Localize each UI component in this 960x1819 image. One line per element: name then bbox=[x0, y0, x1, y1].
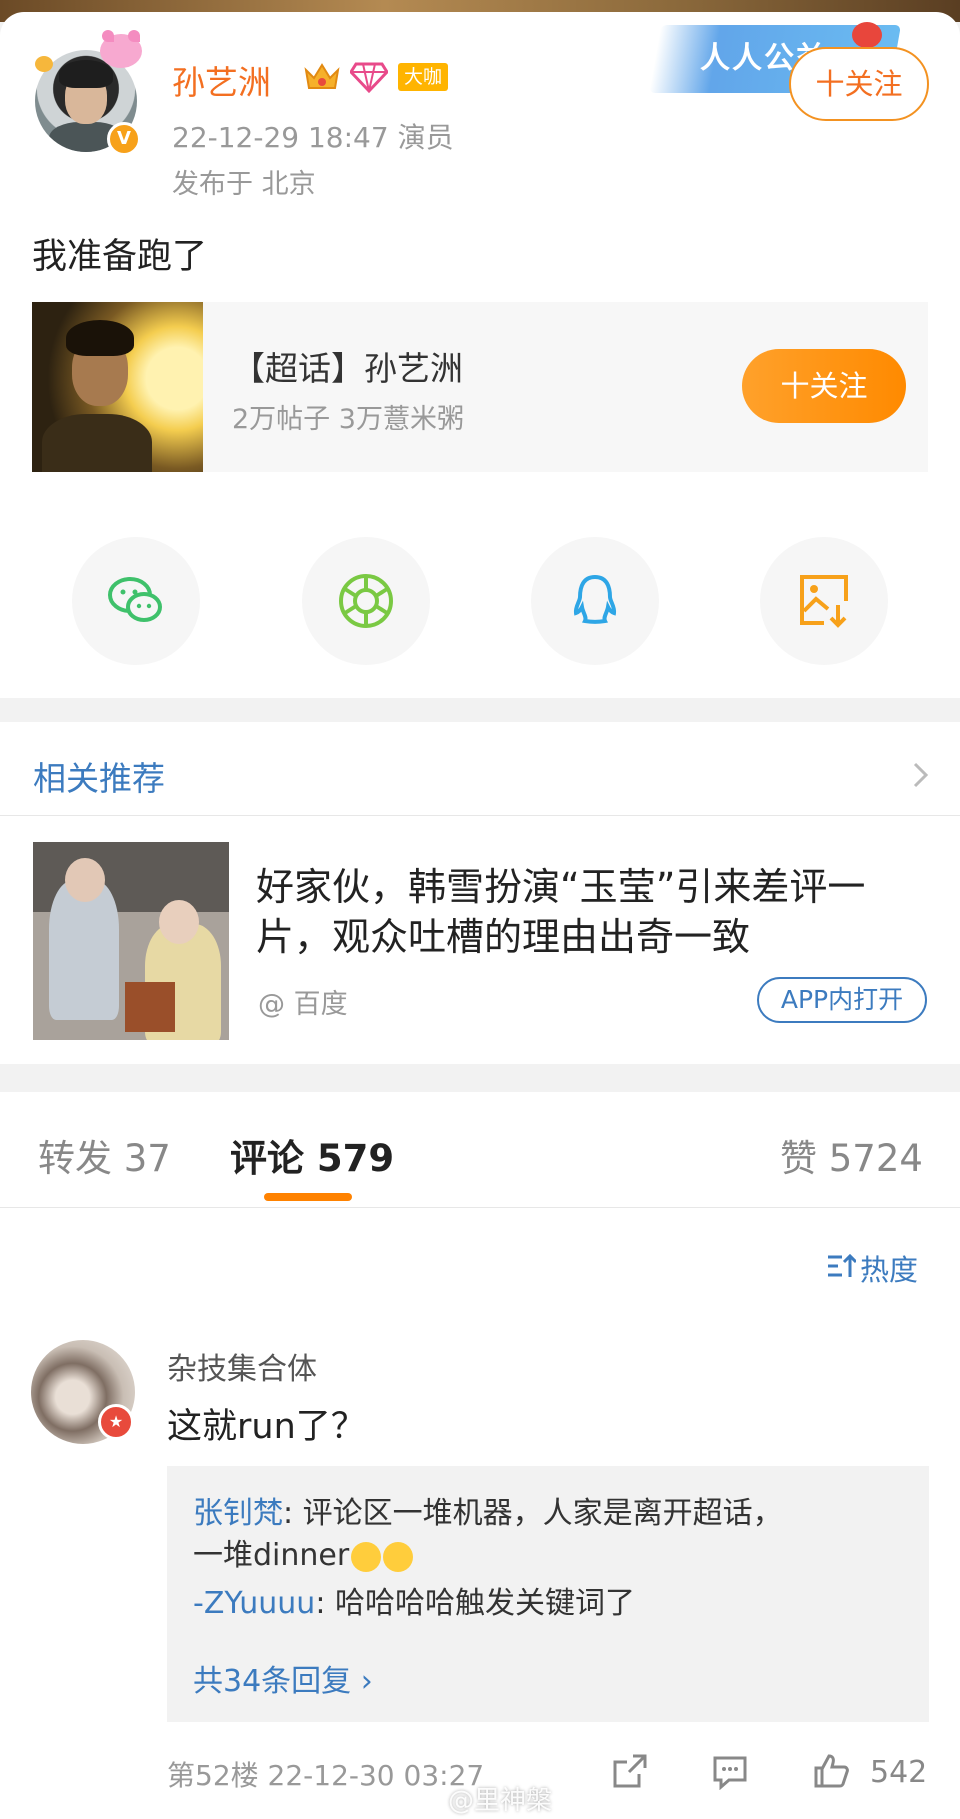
reply-user[interactable]: 张钊梵 bbox=[193, 1496, 283, 1531]
reply-item: -ZYuuuu: 哈哈哈哈触发关键词了 bbox=[193, 1578, 635, 1622]
reply-text: : 评论区一堆机器，人家是离开超话， bbox=[283, 1496, 783, 1531]
news-thumbnail[interactable] bbox=[33, 842, 229, 1040]
sort-icon[interactable] bbox=[826, 1252, 856, 1280]
tab-like[interactable]: 赞 5724 bbox=[780, 1128, 923, 1182]
topic-cover-image bbox=[32, 302, 203, 472]
reply-item: 张钊梵: 评论区一堆机器，人家是离开超话， bbox=[193, 1488, 783, 1532]
super-topic-card[interactable]: 【超话】孙艺洲 2万帖子 3万薏米粥 十关注 bbox=[32, 302, 928, 472]
news-source: @ 百度 bbox=[258, 989, 348, 1020]
reply-text: : 哈哈哈哈触发关键词了 bbox=[315, 1586, 635, 1621]
post-text: 我准备跑了 bbox=[32, 237, 208, 277]
follow-button[interactable]: 十关注 bbox=[789, 47, 929, 121]
news-title[interactable]: 好家伙，韩雪扮演“玉莹”引来差评一片，观众吐槽的理由出奇一致 bbox=[256, 862, 916, 962]
topic-hair bbox=[66, 320, 134, 356]
active-tab-indicator bbox=[264, 1193, 352, 1201]
verified-badge-icon: V bbox=[107, 122, 141, 156]
reply-box[interactable]: 张钊梵: 评论区一堆机器，人家是离开超话， 一堆dinner -ZYuuuu: … bbox=[167, 1466, 929, 1722]
chevron-right-icon[interactable] bbox=[912, 760, 930, 790]
reply-text-continued: 一堆dinner bbox=[193, 1538, 350, 1573]
crown-icon[interactable] bbox=[303, 60, 341, 94]
divider bbox=[0, 815, 960, 816]
wechat-icon bbox=[108, 577, 162, 622]
tab-comment[interactable]: 评论 579 bbox=[230, 1128, 394, 1182]
daka-badge: 大咖 bbox=[398, 63, 449, 91]
post-location: 发布于 北京 bbox=[172, 169, 316, 200]
pig-decoration-icon bbox=[100, 30, 142, 68]
comment-text: 这就run了？ bbox=[167, 1407, 366, 1447]
author-name[interactable]: 孙艺洲 bbox=[172, 56, 271, 104]
share-moments-button[interactable] bbox=[302, 537, 430, 665]
open-in-app-button[interactable]: APP内打开 bbox=[757, 977, 927, 1023]
tab-repost[interactable]: 转发 37 bbox=[38, 1128, 171, 1182]
more-replies-link[interactable]: 共34条回复 › bbox=[193, 1656, 373, 1700]
reply-user[interactable]: -ZYuuuu bbox=[193, 1586, 315, 1621]
emoji-icon bbox=[351, 1541, 382, 1572]
post-time-role: 22-12-29 18:47 演员 bbox=[172, 121, 454, 154]
moments-icon bbox=[339, 574, 393, 628]
like-icon[interactable] bbox=[812, 1752, 850, 1790]
like-count: 542 bbox=[870, 1755, 928, 1790]
share-qq-button[interactable] bbox=[531, 537, 659, 665]
save-image-button[interactable] bbox=[760, 537, 888, 665]
avatar-hair bbox=[59, 60, 113, 88]
pig-ear bbox=[102, 30, 114, 42]
topic-follow-button[interactable]: 十关注 bbox=[742, 349, 906, 423]
divider bbox=[0, 1207, 960, 1208]
save-image-icon bbox=[800, 575, 848, 628]
sort-label[interactable]: 热度 bbox=[860, 1247, 918, 1289]
topic-shoulder bbox=[42, 414, 152, 472]
qq-icon bbox=[573, 574, 617, 624]
share-icon[interactable] bbox=[611, 1752, 649, 1790]
emoji-icon bbox=[383, 1541, 414, 1572]
comment-icon[interactable] bbox=[711, 1752, 749, 1790]
news-figure-right-head bbox=[159, 900, 199, 944]
member-badge-icon: ★ bbox=[98, 1404, 134, 1440]
pig-ear bbox=[128, 30, 140, 42]
news-figure-left-head bbox=[65, 858, 105, 902]
watermark: @里神槃 bbox=[448, 1786, 553, 1816]
reply-item-continued: 一堆dinner bbox=[193, 1530, 414, 1574]
related-title[interactable]: 相关推荐 bbox=[33, 752, 165, 800]
news-box bbox=[125, 982, 175, 1032]
diamond-level-icon[interactable] bbox=[350, 60, 388, 94]
weibo-logo-icon bbox=[852, 22, 882, 48]
topic-title: 【超话】孙艺洲 bbox=[232, 349, 463, 388]
share-wechat-button[interactable] bbox=[72, 537, 200, 665]
topic-stats: 2万帖子 3万薏米粥 bbox=[232, 404, 464, 435]
heart-decoration-icon bbox=[35, 56, 53, 72]
commenter-name[interactable]: 杂技集合体 bbox=[167, 1344, 317, 1388]
comment-floor-time: 第52楼 22-12-30 03:27 bbox=[167, 1759, 485, 1792]
